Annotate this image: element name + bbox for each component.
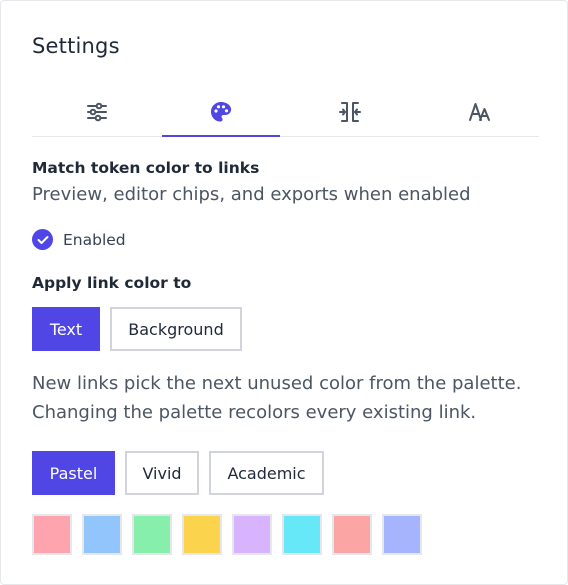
apply-link-heading: Apply link color to	[32, 274, 192, 292]
palette-swatch[interactable]	[182, 514, 222, 555]
settings-tabs	[32, 87, 539, 137]
panel-title: Settings	[32, 34, 120, 58]
palette-swatch[interactable]	[232, 514, 272, 555]
palette-swatch[interactable]	[382, 514, 422, 555]
palette-vivid-button[interactable]: Vivid	[125, 451, 199, 495]
tab-sliders[interactable]	[32, 87, 162, 136]
tab-typography[interactable]	[420, 87, 539, 136]
tab-palette[interactable]	[162, 87, 280, 137]
palette-pastel-button[interactable]: Pastel	[32, 451, 115, 495]
font-size-icon	[468, 102, 490, 121]
enabled-checkbox[interactable]: Enabled	[32, 229, 126, 250]
settings-panel: Settings Match token color to links Prev…	[0, 0, 568, 585]
palette-info-line1: New links pick the next unused color fro…	[32, 373, 522, 394]
sliders-icon	[87, 102, 107, 121]
palette-swatch[interactable]	[132, 514, 172, 555]
palette-academic-button[interactable]: Academic	[209, 451, 324, 495]
palette-info-line2: Changing the palette recolors every exis…	[32, 402, 477, 423]
columns-spacing-icon	[339, 101, 361, 122]
palette-swatch[interactable]	[82, 514, 122, 555]
match-token-description: Preview, editor chips, and exports when …	[32, 184, 471, 205]
match-token-heading: Match token color to links	[32, 159, 260, 177]
palette-swatch[interactable]	[32, 514, 72, 555]
palette-swatch[interactable]	[282, 514, 322, 555]
palette-swatch[interactable]	[332, 514, 372, 555]
check-icon	[32, 229, 53, 250]
tab-spacing[interactable]	[280, 87, 420, 136]
enabled-label: Enabled	[63, 230, 126, 249]
palette-icon	[211, 101, 232, 121]
apply-background-button[interactable]: Background	[110, 307, 242, 351]
apply-text-button[interactable]: Text	[32, 307, 100, 351]
